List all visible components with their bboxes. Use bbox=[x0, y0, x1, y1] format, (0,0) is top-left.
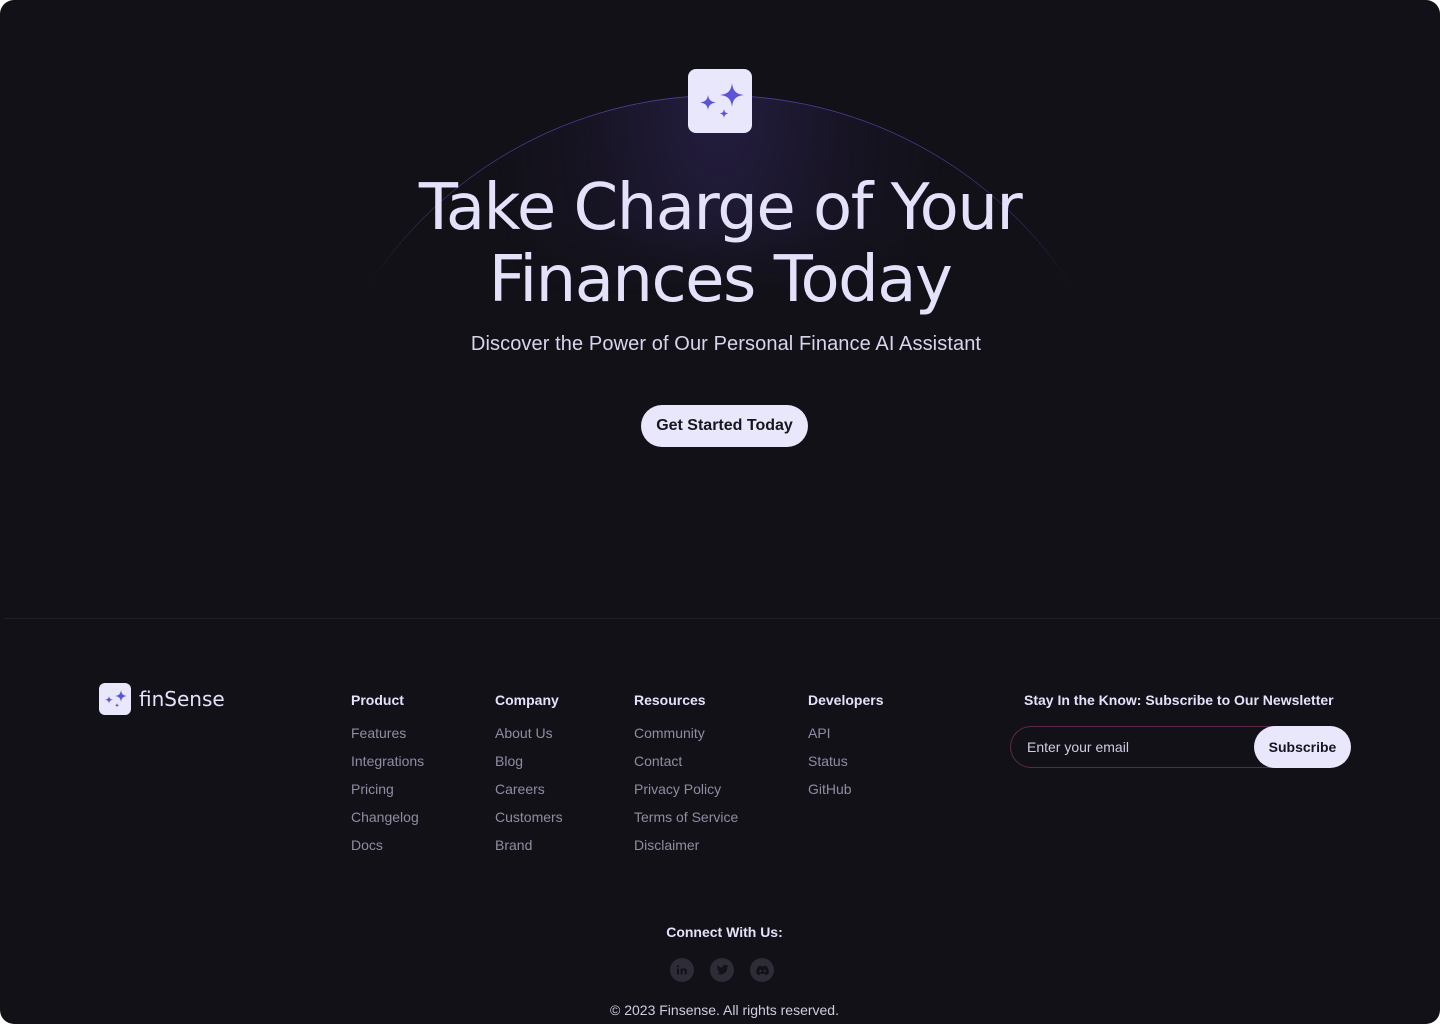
linkedin-link[interactable] bbox=[670, 958, 694, 982]
subscribe-button[interactable]: Subscribe bbox=[1254, 726, 1351, 768]
footer-link-docs[interactable]: Docs bbox=[351, 837, 424, 865]
footer-link-terms-of-service[interactable]: Terms of Service bbox=[634, 809, 738, 837]
footer-link-blog[interactable]: Blog bbox=[495, 753, 563, 781]
sparkles-icon bbox=[700, 83, 744, 118]
footer-brand[interactable]: finSense bbox=[99, 683, 225, 715]
hero-logo bbox=[688, 69, 752, 133]
footer-link-community[interactable]: Community bbox=[634, 725, 738, 753]
footer-divider bbox=[4, 618, 1440, 619]
footer-link-pricing[interactable]: Pricing bbox=[351, 781, 424, 809]
twitter-link[interactable] bbox=[710, 958, 734, 982]
column-title: Developers bbox=[808, 692, 884, 708]
footer-link-about-us[interactable]: About Us bbox=[495, 725, 563, 753]
discord-icon bbox=[755, 965, 769, 975]
newsletter-title: Stay In the Know: Subscribe to Our Newsl… bbox=[1024, 692, 1334, 708]
footer-link-changelog[interactable]: Changelog bbox=[351, 809, 424, 837]
hero-subtitle: Discover the Power of Our Personal Finan… bbox=[470, 333, 982, 355]
hero-title: Take Charge of Your Finances Today bbox=[0, 172, 1440, 316]
footer-link-github[interactable]: GitHub bbox=[808, 781, 883, 809]
linkedin-icon bbox=[676, 965, 687, 975]
footer-column-company: Company About Us Blog Careers Customers … bbox=[495, 692, 563, 865]
footer-link-privacy-policy[interactable]: Privacy Policy bbox=[634, 781, 738, 809]
footer-column-product: Product Features Integrations Pricing Ch… bbox=[351, 692, 424, 865]
hero-title-line-2: Finances Today bbox=[488, 243, 953, 317]
sparkles-icon bbox=[105, 690, 127, 708]
footer-link-disclaimer[interactable]: Disclaimer bbox=[634, 837, 738, 865]
footer-link-integrations[interactable]: Integrations bbox=[351, 753, 424, 781]
copyright-text: © 2023 Finsense. All rights reserved. bbox=[610, 1002, 839, 1018]
footer-link-status[interactable]: Status bbox=[808, 753, 883, 781]
brand-name: finSense bbox=[139, 687, 225, 711]
footer-link-contact[interactable]: Contact bbox=[634, 753, 738, 781]
column-title: Product bbox=[351, 692, 404, 708]
discord-link[interactable] bbox=[750, 958, 774, 982]
footer-column-developers: Developers API Status GitHub bbox=[808, 692, 883, 809]
email-input[interactable] bbox=[1010, 726, 1290, 768]
brand-logo bbox=[99, 683, 131, 715]
connect-title: Connect With Us: bbox=[666, 924, 783, 940]
footer-link-api[interactable]: API bbox=[808, 725, 883, 753]
footer-link-brand[interactable]: Brand bbox=[495, 837, 563, 865]
footer-column-resources: Resources Community Contact Privacy Poli… bbox=[634, 692, 738, 865]
twitter-icon bbox=[716, 964, 728, 975]
footer-link-careers[interactable]: Careers bbox=[495, 781, 563, 809]
column-title: Company bbox=[495, 692, 559, 708]
column-title: Resources bbox=[634, 692, 706, 708]
footer-link-features[interactable]: Features bbox=[351, 725, 424, 753]
social-links bbox=[670, 958, 774, 982]
footer-link-customers[interactable]: Customers bbox=[495, 809, 563, 837]
newsletter-form: Subscribe bbox=[1010, 726, 1351, 768]
page: Take Charge of Your Finances Today Disco… bbox=[0, 0, 1440, 1024]
get-started-button[interactable]: Get Started Today bbox=[641, 405, 808, 447]
hero-title-line-1: Take Charge of Your bbox=[418, 171, 1023, 245]
